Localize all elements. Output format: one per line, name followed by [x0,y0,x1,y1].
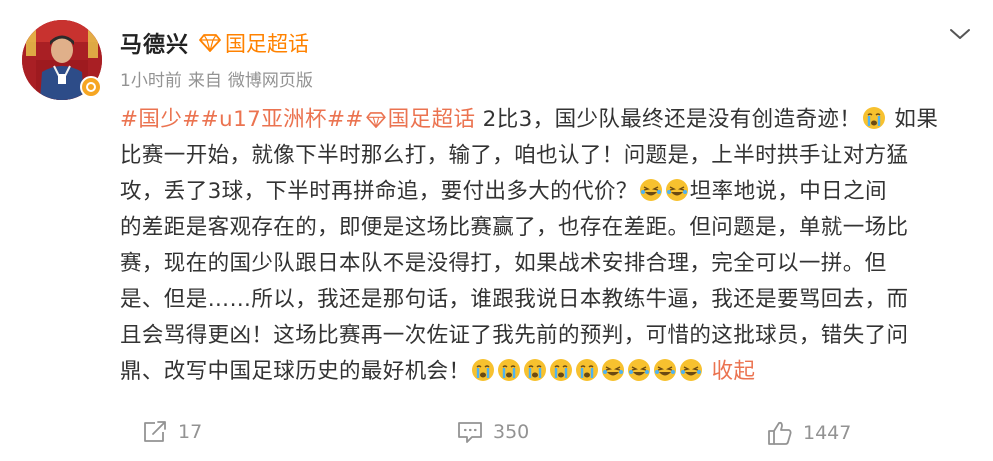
content-text: 鼎、改写中国足球历史的最好机会！ [120,359,471,384]
crying-emoji-icon [863,107,886,129]
laugh-cry-emoji-icon [628,359,651,381]
crying-emoji-icon [472,359,495,381]
comment-button[interactable]: 350 [457,420,529,444]
user-header: 马德兴 国足超话 [120,28,309,58]
content-line-5: 赛，现在的国少队跟日本队不是没得打，如果战术安排合理，完全可以一拼。但 [120,251,887,276]
content-line-2: 比赛一开始，就像下半时那么打，输了，咱也认了！问题是，上半时拱手让对方猛 [120,143,909,168]
content-text: 2比3，国少队最终还是没有创造奇迹！ [475,107,862,132]
content-line-1: #国少##u17亚洲杯## 国足超话 2比3，国少队最终还是没有创造奇迹！ 如果 [120,105,972,135]
content-line-8: 鼎、改写中国足球历史的最好机会！ 收起 [120,357,972,387]
weibo-post-card: 马德兴 国足超话 1小时前 来自 微博网页版 #国少##u17亚洲杯## 国足超话… [0,0,993,461]
avatar[interactable] [22,20,102,100]
verified-badge-icon [80,76,102,98]
laugh-cry-emoji-icon [602,359,625,381]
content-text: 如果 [887,107,939,132]
content-line-4: 的差距是客观存在的，即便是这场比赛赢了，也存在差距。但问题是，单就一场比 [120,215,909,240]
hashtag-guoshao[interactable]: #国少# [120,107,201,132]
thumbs-up-icon [768,421,792,445]
comment-icon [458,422,482,443]
hashtag-super-topic[interactable]: # 国足超话 [345,107,475,132]
repost-button[interactable]: 17 [142,420,202,444]
crying-emoji-icon [524,359,547,381]
username[interactable]: 马德兴 [120,27,189,59]
diamond-icon [199,34,221,52]
content-line-7: 且会骂得更凶！这场比赛再一次佐证了我先前的预判，可惜的这批球员，错失了问 [120,323,909,348]
hashtag-u17[interactable]: #u17亚洲杯# [201,107,346,132]
content-text: 攻，丢了3球，下半时再拼命追，要付出多大的代价？ [120,179,638,204]
crying-emoji-icon [498,359,521,381]
post-source: 微博网页版 [227,71,313,91]
super-topic-label: 国足超话 [225,32,310,56]
action-bar: 17 350 1447 [0,420,993,452]
collapse-link[interactable]: 收起 [712,359,756,384]
hashtag-prefix: # [345,107,364,132]
content-text: 坦率地说，中日之间 [689,179,887,204]
laugh-cry-emoji-icon [680,359,703,381]
like-button[interactable]: 1447 [767,420,851,446]
comment-count: 350 [493,421,530,443]
diamond-icon [366,112,386,128]
crying-emoji-icon [550,359,573,381]
laugh-cry-emoji-icon [665,179,688,201]
post-meta: 1小时前 来自 微博网页版 [120,66,313,91]
source-prefix: 来自 [187,71,222,91]
post-time[interactable]: 1小时前 [120,66,182,91]
repost-icon [144,421,166,442]
hashtag-super-topic-label: 国足超话 [387,107,476,132]
content-line-6: 是、但是……所以，我还是那句话，谁跟我说日本教练牛逼，我还是要骂回去，而 [120,287,909,312]
super-topic-link[interactable]: 国足超话 [199,28,309,58]
laugh-cry-emoji-icon [639,179,662,201]
content-line-3: 攻，丢了3球，下半时再拼命追，要付出多大的代价？ 坦率地说，中日之间 [120,177,972,207]
laugh-cry-emoji-icon [654,359,677,381]
chevron-down-icon[interactable] [949,26,971,40]
like-count: 1447 [803,422,852,444]
crying-emoji-icon [576,359,599,381]
post-content: #国少##u17亚洲杯## 国足超话 2比3，国少队最终还是没有创造奇迹！ 如果 … [120,105,972,393]
repost-count: 17 [178,421,203,443]
